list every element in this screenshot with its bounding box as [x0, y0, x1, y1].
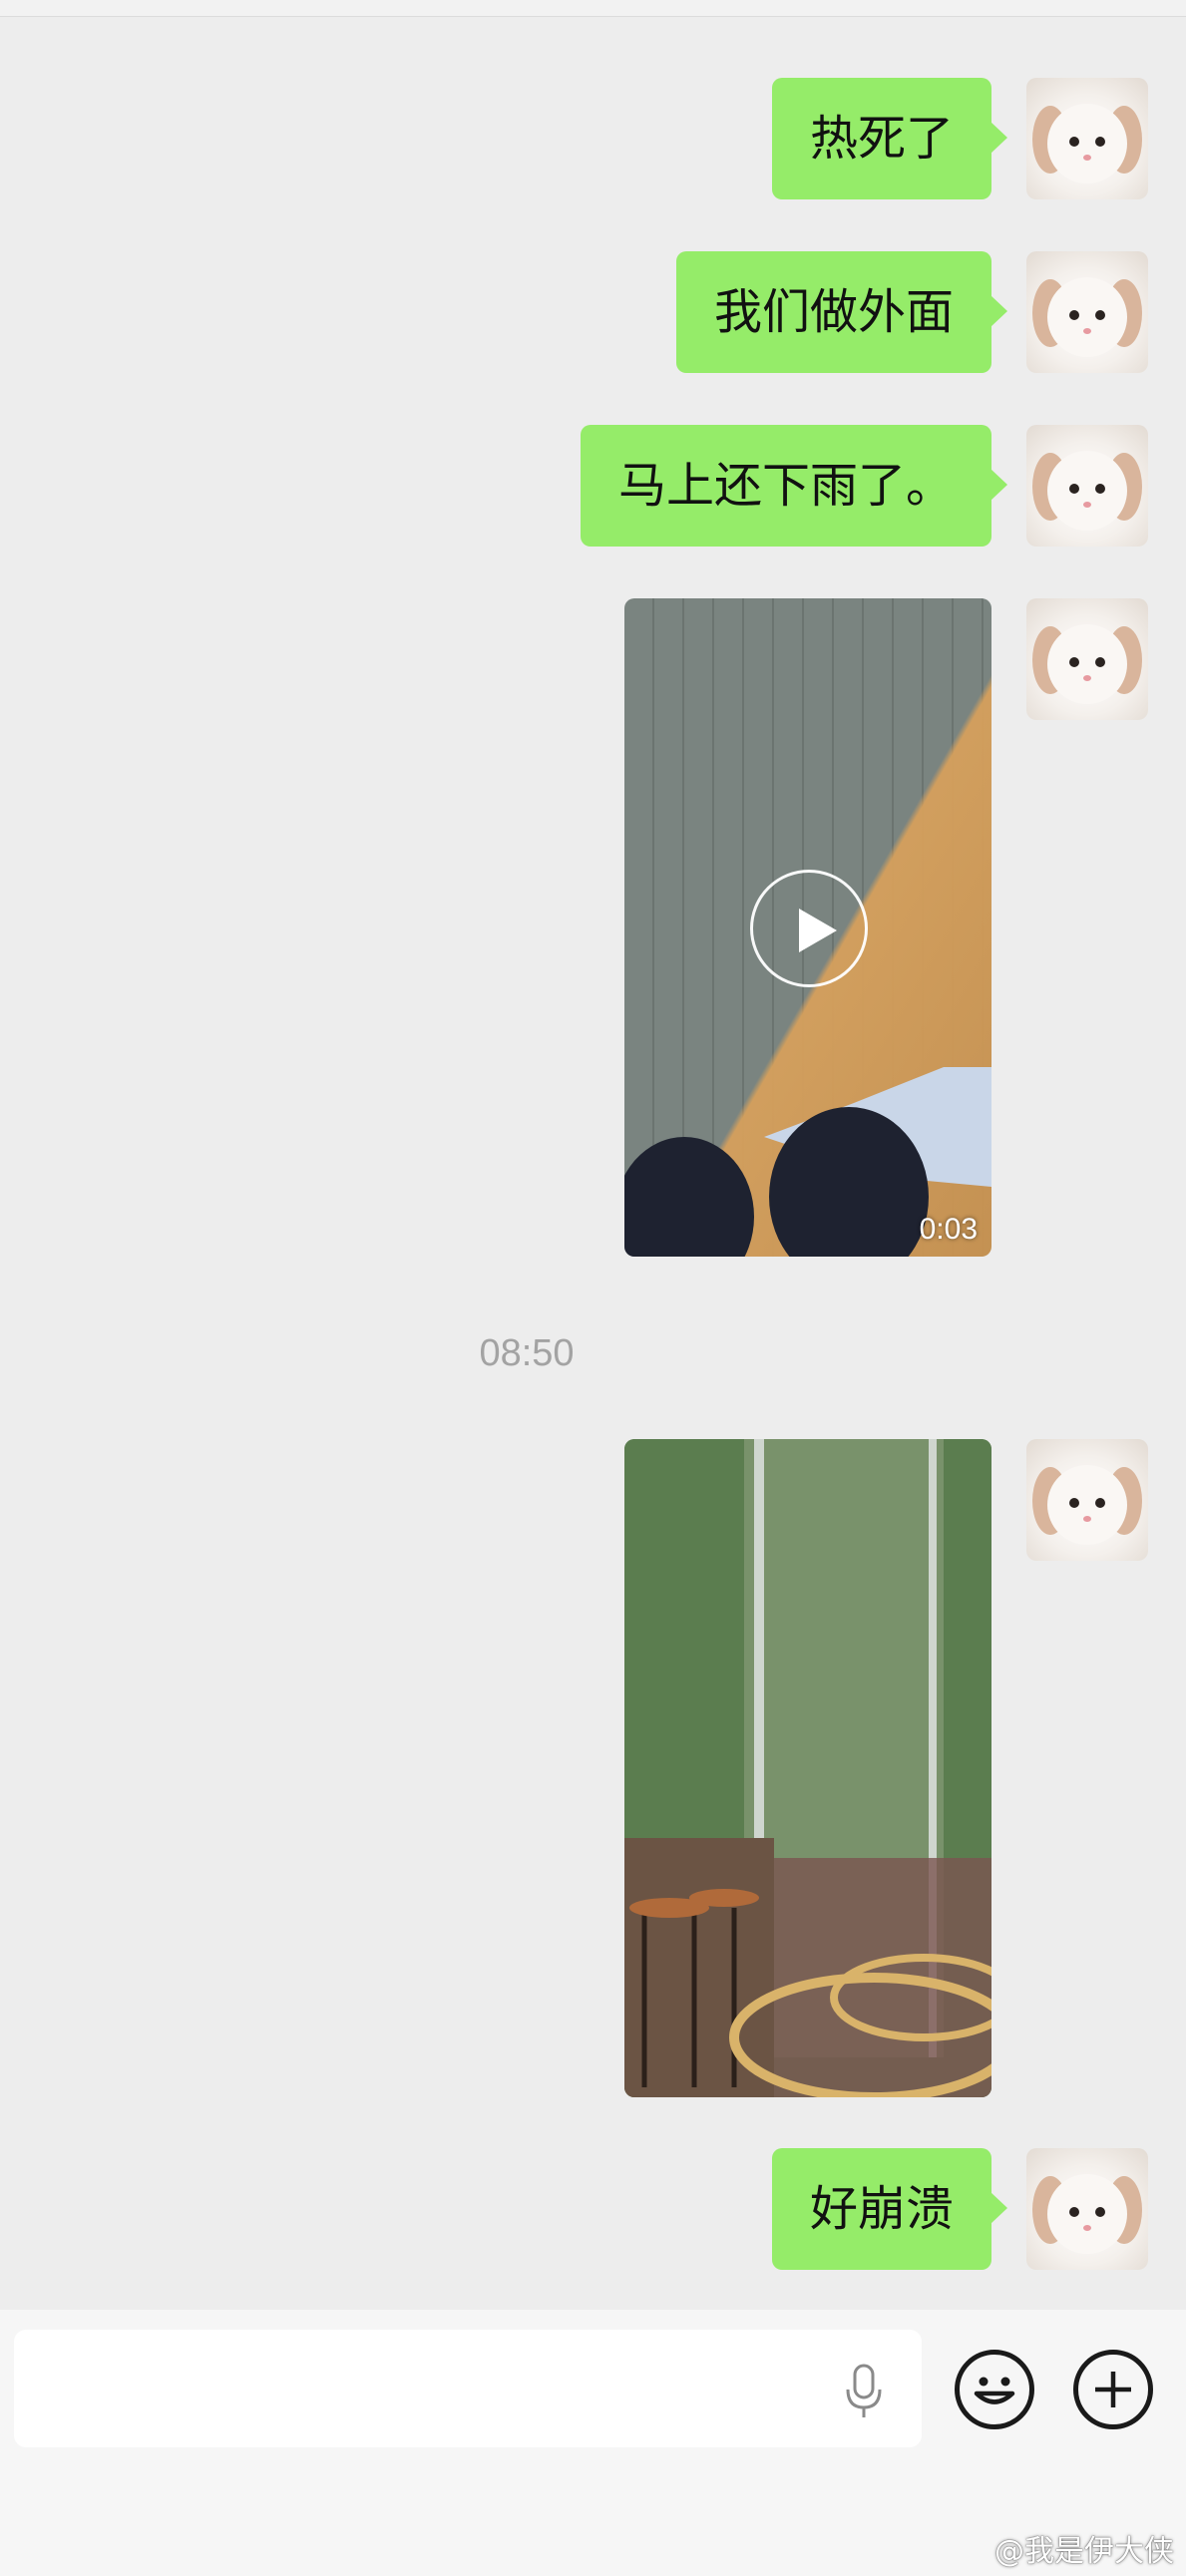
message-timestamp: 08:50	[479, 1332, 575, 1374]
microphone-icon[interactable]	[844, 2364, 884, 2419]
message-row: 我们做外面	[0, 251, 1186, 373]
message-bubble[interactable]: 好崩溃	[771, 2148, 1008, 2270]
video-message[interactable]: 0:03	[624, 598, 991, 1257]
user-avatar[interactable]	[1026, 251, 1148, 373]
rabbit-avatar-icon	[1032, 624, 1142, 704]
user-avatar[interactable]	[1026, 1439, 1148, 1561]
message-input[interactable]	[14, 2330, 922, 2447]
emoji-button[interactable]	[955, 2350, 1034, 2429]
rabbit-avatar-icon	[1032, 277, 1142, 357]
message-row: 0:03	[0, 598, 1186, 1257]
more-button[interactable]	[1073, 2350, 1153, 2429]
message-row: 热死了	[0, 78, 1186, 199]
message-row: 好崩溃	[0, 2148, 1186, 2270]
rabbit-avatar-icon	[1032, 2174, 1142, 2254]
image-message[interactable]	[624, 1439, 991, 2097]
rabbit-avatar-icon	[1032, 451, 1142, 531]
video-duration: 0:03	[919, 1213, 978, 1246]
message-row	[0, 1439, 1186, 2097]
play-button[interactable]	[750, 870, 868, 987]
rabbit-avatar-icon	[1032, 1465, 1142, 1545]
watermark: @我是伊大侠	[994, 2534, 1174, 2569]
user-avatar[interactable]	[1026, 425, 1148, 547]
top-divider	[0, 0, 1186, 17]
message-bubble[interactable]: 热死了	[771, 78, 1008, 199]
rabbit-avatar-icon	[1032, 104, 1142, 184]
user-avatar[interactable]	[1026, 78, 1148, 199]
message-row: 马上还下雨了。	[0, 425, 1186, 547]
user-avatar[interactable]	[1026, 2148, 1148, 2270]
user-avatar[interactable]	[1026, 598, 1148, 720]
plus-circle-icon	[1095, 2372, 1131, 2407]
message-bubble[interactable]: 我们做外面	[675, 251, 1008, 373]
photo-scene	[624, 1439, 991, 2097]
smiley-icon	[974, 2377, 1015, 2404]
message-bubble[interactable]: 马上还下雨了。	[580, 425, 1008, 547]
